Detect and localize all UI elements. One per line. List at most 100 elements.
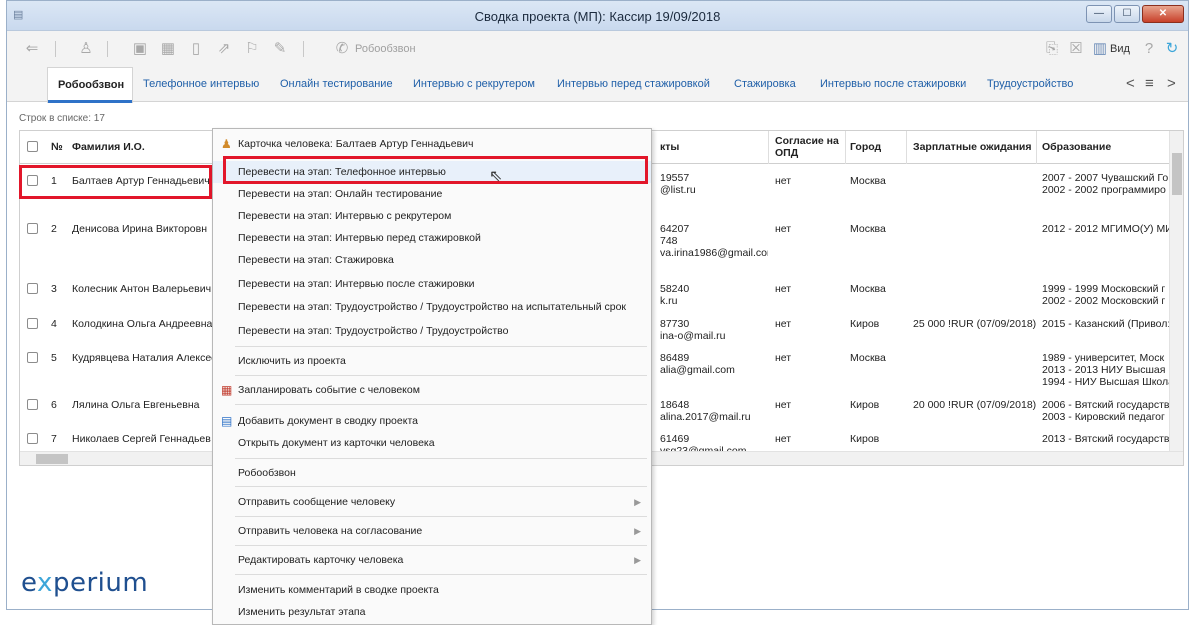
- title-bar: ▤ Сводка проекта (МП): Кассир 19/09/2018…: [7, 1, 1188, 31]
- row-city: Москва: [850, 283, 886, 295]
- flag-icon[interactable]: ⚐: [243, 40, 261, 58]
- tab-prev-icon[interactable]: <: [1126, 75, 1135, 92]
- document-icon[interactable]: ▯: [187, 40, 205, 58]
- row-checkbox[interactable]: [27, 352, 38, 363]
- calendar-icon[interactable]: ▣: [131, 40, 149, 58]
- menu-item-send-approval[interactable]: Отправить человека на согласование ▶: [213, 520, 651, 542]
- row-consent: нет: [775, 399, 792, 411]
- tab-online-testing[interactable]: Онлайн тестирование: [280, 78, 393, 90]
- minimize-button[interactable]: —: [1086, 5, 1112, 23]
- menu-item-move-recruiter-interview[interactable]: Перевести на этап: Интервью с рекрутером: [213, 205, 651, 227]
- row-contacts: 64207 748 va.irina1986@gmail.com: [660, 223, 768, 259]
- row-city: Москва: [850, 175, 886, 187]
- row-num: 3: [51, 283, 57, 295]
- row-checkbox[interactable]: [27, 399, 38, 410]
- row-education: 1999 - 1999 Московский г 2002 - 2002 Моск…: [1042, 283, 1166, 307]
- toolbar-separator: [107, 41, 108, 57]
- menu-item-edit-card[interactable]: Редактировать карточку человека ▶: [213, 549, 651, 571]
- row-name: Николаев Сергей Геннадьев: [72, 433, 211, 445]
- view-button[interactable]: Вид: [1110, 43, 1130, 55]
- select-all-checkbox[interactable]: [27, 141, 38, 152]
- close-button[interactable]: ✕: [1142, 5, 1184, 23]
- refresh-icon[interactable]: ↻: [1163, 40, 1181, 58]
- menu-item-move-employment-trial[interactable]: Перевести на этап: Трудоустройство / Тру…: [213, 296, 651, 318]
- person-icon[interactable]: ♙: [77, 40, 95, 58]
- tab-post-internship-interview[interactable]: Интервью после стажировки: [820, 78, 966, 90]
- grid-icon[interactable]: ▦: [159, 40, 177, 58]
- row-num: 2: [51, 223, 57, 235]
- export-icon[interactable]: ⇗: [215, 40, 233, 58]
- row-education: 1989 - университет, Моск 2013 - 2013 НИУ …: [1042, 352, 1170, 388]
- tab-pre-internship-interview[interactable]: Интервью перед стажировкой: [557, 78, 710, 90]
- menu-item-move-internship[interactable]: Перевести на этап: Стажировка: [213, 249, 651, 271]
- row-checkbox[interactable]: [27, 433, 38, 444]
- edit-icon[interactable]: ✎: [271, 40, 289, 58]
- row-city: Киров: [850, 433, 880, 445]
- menu-item-move-online-testing[interactable]: Перевести на этап: Онлайн тестирование: [213, 183, 651, 205]
- menu-item-robocall[interactable]: Робообзвон: [213, 462, 651, 484]
- back-icon[interactable]: ⇐: [23, 40, 41, 58]
- tab-phone-interview[interactable]: Телефонное интервью: [143, 78, 259, 90]
- menu-separator: [235, 486, 647, 487]
- maximize-button[interactable]: ☐: [1114, 5, 1140, 23]
- vertical-scrollbar[interactable]: [1169, 131, 1183, 451]
- row-checkbox[interactable]: [27, 223, 38, 234]
- toolbar-separator: [303, 41, 304, 57]
- header-consent[interactable]: Согласие на ОПД: [775, 135, 841, 159]
- row-highlight-box: [19, 165, 212, 199]
- row-consent: нет: [775, 283, 792, 295]
- horizontal-scroll-thumb[interactable]: [36, 454, 68, 464]
- header-contacts[interactable]: кты: [660, 141, 679, 153]
- tab-menu-icon[interactable]: ≡: [1145, 75, 1154, 92]
- experium-logo: experium: [21, 568, 149, 598]
- menu-item-schedule-event[interactable]: ▦ Запланировать событие с человеком: [213, 379, 651, 401]
- menu-separator: [235, 375, 647, 376]
- menu-separator: [235, 545, 647, 546]
- menu-item-person-card[interactable]: ♟ Карточка человека: Балтаев Артур Геннад…: [213, 133, 651, 155]
- menu-item-move-post-internship[interactable]: Перевести на этап: Интервью после стажир…: [213, 273, 651, 295]
- row-checkbox[interactable]: [27, 318, 38, 329]
- mouse-cursor-icon: ⇖: [489, 168, 503, 185]
- export-doc-icon[interactable]: ⎘: [1043, 40, 1061, 58]
- header-city[interactable]: Город: [850, 141, 881, 153]
- phone-icon[interactable]: ✆: [333, 40, 351, 58]
- robo-call-button[interactable]: Робообзвон: [355, 43, 416, 55]
- menu-item-move-pre-internship[interactable]: Перевести на этап: Интервью перед стажир…: [213, 227, 651, 249]
- menu-item-open-document[interactable]: Открыть документ из карточки человека: [213, 432, 651, 454]
- row-name: Лялина Ольга Евгеньевна: [72, 399, 200, 411]
- row-checkbox[interactable]: [27, 283, 38, 294]
- row-contacts: 86489 alia@gmail.com: [660, 352, 735, 376]
- row-name: Колодкина Ольга Андреевна: [72, 318, 212, 330]
- help-icon[interactable]: ?: [1140, 40, 1158, 58]
- row-contacts: 19557 @list.ru: [660, 172, 696, 196]
- column-separator: [768, 131, 769, 164]
- menu-item-move-employment[interactable]: Перевести на этап: Трудоустройство / Тру…: [213, 320, 651, 342]
- view-grid-icon[interactable]: ▥: [1091, 40, 1109, 58]
- header-name[interactable]: Фамилия И.О.: [72, 141, 145, 153]
- row-contacts: 87730 ina-o@mail.ru: [660, 318, 726, 342]
- menu-separator: [235, 516, 647, 517]
- tab-internship[interactable]: Стажировка: [734, 78, 796, 90]
- tab-next-icon[interactable]: >: [1167, 75, 1176, 92]
- menu-item-exclude[interactable]: Исключить из проекта: [213, 350, 651, 372]
- tab-employment[interactable]: Трудоустройство: [987, 78, 1073, 90]
- menu-item-change-result[interactable]: Изменить результат этапа: [213, 601, 651, 623]
- row-city: Киров: [850, 399, 880, 411]
- menu-item-send-message[interactable]: Отправить сообщение человеку ▶: [213, 491, 651, 513]
- tab-robocall[interactable]: Робообзвон: [47, 67, 134, 103]
- menu-item-edit-comment[interactable]: Изменить комментарий в сводке проекта: [213, 579, 651, 601]
- excel-icon[interactable]: ☒: [1067, 40, 1085, 58]
- menu-item-add-document[interactable]: ▤ Добавить документ в сводку проекта: [213, 410, 651, 432]
- row-education: 2015 - Казанский (Привол:: [1042, 318, 1170, 330]
- submenu-arrow-icon: ▶: [634, 497, 641, 507]
- header-salary[interactable]: Зарплатные ожидания: [913, 141, 1032, 153]
- menu-separator: [235, 458, 647, 459]
- row-contacts: 58240 k.ru: [660, 283, 690, 307]
- tab-recruiter-interview[interactable]: Интервью с рекрутером: [413, 78, 535, 90]
- toolbar-separator: [55, 41, 56, 57]
- vertical-scroll-thumb[interactable]: [1172, 153, 1182, 195]
- document-add-icon: ▤: [221, 414, 233, 428]
- row-count-label: Строк в списке: 17: [19, 113, 105, 124]
- header-education[interactable]: Образование: [1042, 141, 1111, 153]
- header-num[interactable]: №: [51, 141, 63, 153]
